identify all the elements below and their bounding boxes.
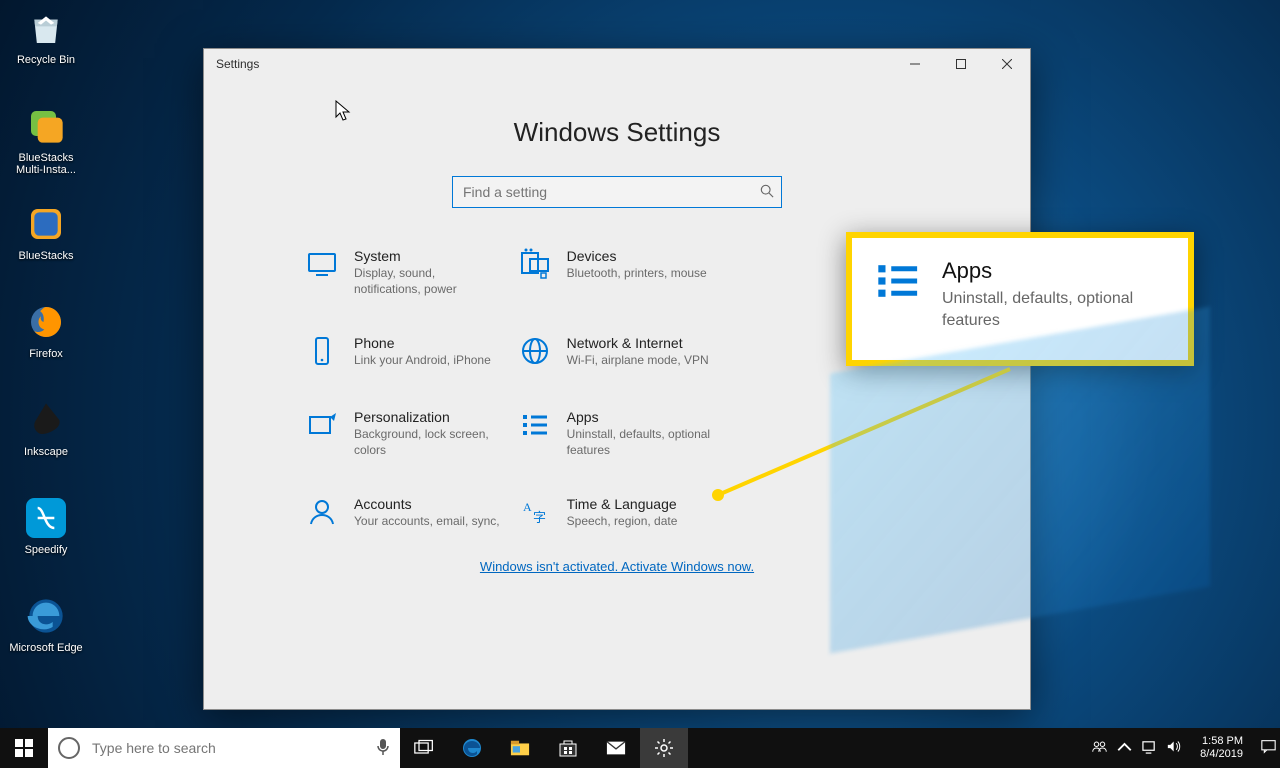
svg-text:字: 字: [533, 510, 546, 525]
window-title: Settings: [216, 57, 259, 71]
desktop-icon-bluestacks[interactable]: BlueStacks: [8, 202, 84, 262]
desktop-icon-label: Recycle Bin: [17, 54, 75, 66]
personalization-icon: [304, 409, 340, 445]
desktop-icon-bluestacks-multi[interactable]: BlueStacks Multi-Insta...: [8, 104, 84, 176]
minimize-button[interactable]: [892, 49, 938, 79]
titlebar[interactable]: Settings: [204, 49, 1030, 79]
category-desc: Bluetooth, printers, mouse: [567, 266, 707, 282]
category-desc: Display, sound, notifications, power: [354, 266, 504, 297]
category-desc: Background, lock screen, colors: [354, 427, 504, 458]
category-devices[interactable]: Devices Bluetooth, printers, mouse: [517, 248, 718, 297]
desktop-icon-label: Microsoft Edge: [9, 642, 82, 654]
tray-time: 1:58 PM: [1200, 735, 1243, 748]
desktop-icon-label: BlueStacks Multi-Insta...: [16, 152, 76, 176]
edge-icon: [24, 594, 68, 638]
category-time-language[interactable]: A字 Time & Language Speech, region, date: [517, 496, 718, 532]
category-apps[interactable]: Apps Uninstall, defaults, optional featur…: [517, 409, 718, 458]
category-desc: Your accounts, email, sync,: [354, 514, 500, 530]
category-title: Network & Internet: [567, 335, 709, 351]
category-title: Phone: [354, 335, 491, 351]
microphone-icon[interactable]: [376, 738, 390, 759]
desktop-icon-firefox[interactable]: Firefox: [8, 300, 84, 360]
taskbar-edge[interactable]: [448, 728, 496, 768]
taskbar: 1:58 PM 8/4/2019: [0, 728, 1280, 768]
tray-date: 8/4/2019: [1200, 748, 1243, 761]
category-title: Apps: [567, 409, 717, 425]
desktop: Recycle Bin BlueStacks Multi-Insta... Bl…: [0, 0, 1280, 768]
taskbar-mail[interactable]: [592, 728, 640, 768]
category-desc: Wi-Fi, airplane mode, VPN: [567, 353, 709, 369]
devices-icon: [517, 248, 553, 284]
accounts-icon: [304, 496, 340, 532]
taskbar-store[interactable]: [544, 728, 592, 768]
recycle-bin-icon: [24, 6, 68, 50]
taskbar-explorer[interactable]: [496, 728, 544, 768]
page-title: Windows Settings: [244, 117, 990, 148]
tray-volume-icon[interactable]: [1167, 739, 1182, 757]
desktop-icon-speedify[interactable]: Speedify: [8, 496, 84, 556]
maximize-button[interactable]: [938, 49, 984, 79]
category-title: Personalization: [354, 409, 504, 425]
time-language-icon: A字: [517, 496, 553, 532]
tray-notifications-icon[interactable]: [1261, 739, 1276, 757]
category-desc: Uninstall, defaults, optional features: [567, 427, 717, 458]
callout-apps: Apps Uninstall, defaults, optional featur…: [846, 232, 1194, 366]
phone-icon: [304, 335, 340, 371]
category-title: Time & Language: [567, 496, 678, 512]
category-network[interactable]: Network & Internet Wi-Fi, airplane mode, …: [517, 335, 718, 371]
speedify-icon: [24, 496, 68, 540]
close-button[interactable]: [984, 49, 1030, 79]
category-phone[interactable]: Phone Link your Android, iPhone: [304, 335, 505, 371]
taskbar-settings[interactable]: [640, 728, 688, 768]
search-icon: [760, 184, 774, 203]
desktop-icon-edge[interactable]: Microsoft Edge: [8, 594, 84, 654]
inkscape-icon: [24, 398, 68, 442]
callout-title: Apps: [942, 258, 1166, 284]
desktop-icon-recycle-bin[interactable]: Recycle Bin: [8, 6, 84, 66]
system-icon: [304, 248, 340, 284]
start-button[interactable]: [0, 728, 48, 768]
task-view-button[interactable]: [400, 728, 448, 768]
category-desc: Link your Android, iPhone: [354, 353, 491, 369]
search-input[interactable]: [452, 176, 782, 208]
category-accounts[interactable]: Accounts Your accounts, email, sync,: [304, 496, 505, 532]
svg-text:A: A: [523, 500, 532, 514]
desktop-icon-label: Speedify: [25, 544, 68, 556]
category-desc: Speech, region, date: [567, 514, 678, 530]
category-title: Accounts: [354, 496, 500, 512]
firefox-icon: [24, 300, 68, 344]
apps-icon: [874, 258, 920, 340]
taskbar-search[interactable]: [48, 728, 400, 768]
apps-icon: [517, 409, 553, 445]
category-title: System: [354, 248, 504, 264]
settings-window: Settings Windows Settings System Display,…: [203, 48, 1031, 710]
callout-desc: Uninstall, defaults, optional features: [942, 288, 1166, 331]
taskbar-search-input[interactable]: [90, 739, 366, 757]
desktop-icon-label: Firefox: [29, 348, 63, 360]
cortana-icon: [58, 737, 80, 759]
bluestacks-multi-icon: [24, 104, 68, 148]
category-title: Devices: [567, 248, 707, 264]
search-wrap: [452, 176, 782, 208]
category-personalization[interactable]: Personalization Background, lock screen, …: [304, 409, 505, 458]
desktop-icon-label: Inkscape: [24, 446, 68, 458]
globe-icon: [517, 335, 553, 371]
activation-link[interactable]: Windows isn't activated. Activate Window…: [480, 559, 754, 574]
bluestacks-icon: [24, 202, 68, 246]
tray-clock[interactable]: 1:58 PM 8/4/2019: [1192, 735, 1251, 760]
category-system[interactable]: System Display, sound, notifications, pow…: [304, 248, 505, 297]
desktop-icon-inkscape[interactable]: Inkscape: [8, 398, 84, 458]
tray-chevron-up-icon[interactable]: [1117, 739, 1132, 757]
system-tray: 1:58 PM 8/4/2019: [1092, 735, 1280, 760]
desktop-icon-label: BlueStacks: [18, 250, 73, 262]
tray-people-icon[interactable]: [1092, 739, 1107, 757]
tray-network-icon[interactable]: [1142, 739, 1157, 757]
